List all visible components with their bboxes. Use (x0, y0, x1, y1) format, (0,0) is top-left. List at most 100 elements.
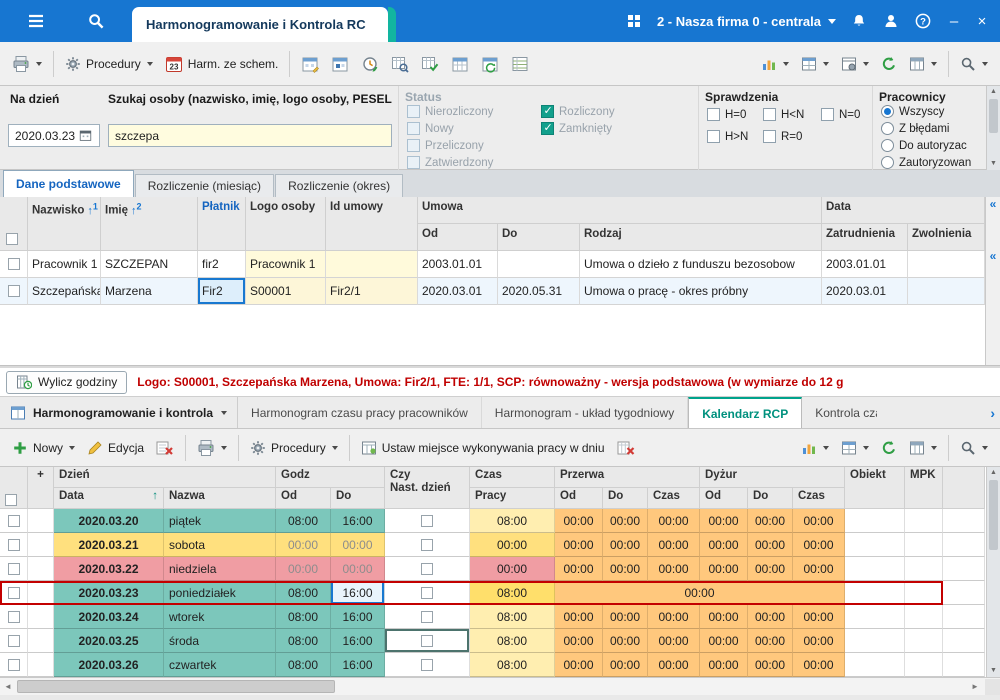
cell-obiekt[interactable] (845, 533, 905, 557)
cell-dyzur-do[interactable]: 00:00 (748, 557, 793, 581)
cell-dyzur-czas[interactable]: 00:00 (793, 605, 845, 629)
table-settings-button[interactable] (903, 49, 943, 79)
search-button[interactable] (76, 0, 116, 42)
cell-id-umowy[interactable]: Fir2/1 (326, 278, 418, 305)
cell-logo[interactable]: S00001 (246, 278, 326, 305)
cell-mpk[interactable] (905, 557, 943, 581)
search-input[interactable]: szczepa (108, 124, 392, 147)
row-checkbox[interactable] (8, 285, 20, 297)
cell-przerwa-czas[interactable]: 00:00 (648, 509, 700, 533)
collapse-panel-button[interactable]: « (986, 197, 1000, 211)
cell-data[interactable]: 2020.03.25 (54, 629, 164, 653)
table-search-button[interactable] (385, 49, 415, 79)
tab-kalendarz-rcp[interactable]: Kalendarz RCP (688, 397, 802, 428)
horizontal-scrollbar[interactable]: ◄ ► (0, 677, 1000, 695)
cell-dyzur-czas[interactable]: 00:00 (793, 557, 845, 581)
radio-do-autoryzacji[interactable]: Do autoryzac (881, 139, 967, 152)
cell-godz-od[interactable]: 08:00 (276, 653, 331, 677)
refresh-button[interactable] (875, 433, 903, 463)
cell-godz-od[interactable]: 00:00 (276, 557, 331, 581)
zoom-button[interactable] (954, 433, 994, 463)
scroll-up-arrow[interactable]: ▲ (987, 467, 1000, 479)
apps-grid-button[interactable] (619, 0, 649, 42)
cell-godz-od[interactable]: 08:00 (276, 605, 331, 629)
cell-przerwa-od[interactable]: 00:00 (555, 629, 603, 653)
col-header-przerwa-czas[interactable]: Czas (648, 488, 700, 509)
row-checkbox[interactable] (8, 258, 20, 270)
employee-row-selected[interactable]: Szczepańska Marzena Fir2 S00001 Fir2/1 2… (0, 278, 985, 305)
filter-scrollbar[interactable]: ▲ ▼ (986, 86, 1000, 170)
row-select-cell[interactable] (0, 509, 28, 533)
cell-dyzur-czas[interactable]: 00:00 (793, 629, 845, 653)
cell-data[interactable]: 2020.03.21 (54, 533, 164, 557)
cell-dyzur-czas[interactable]: 00:00 (793, 509, 845, 533)
cell-imie[interactable]: Marzena (101, 278, 198, 305)
colgroup-dyzur[interactable]: Dyżur (700, 467, 845, 488)
cell-przerwa-do[interactable]: 00:00 (603, 605, 648, 629)
nast-dzien-checkbox[interactable] (421, 587, 433, 599)
cell-dyzur-do[interactable]: 00:00 (748, 653, 793, 677)
cell-godz-od[interactable]: 08:00 (276, 629, 331, 653)
cell-platnik-selected[interactable]: Fir2 (198, 278, 246, 305)
col-header-expand[interactable]: + (28, 467, 54, 509)
notifications-button[interactable] (844, 0, 874, 42)
col-header-mpk[interactable]: MPK (905, 467, 943, 509)
cell-przerwa-do[interactable]: 00:00 (603, 557, 648, 581)
row-select-cell[interactable] (0, 557, 28, 581)
tab-harmonogram-uklad-tygodniowy[interactable]: Harmonogram - układ tygodniowy (482, 397, 688, 428)
cell-zatrudnienia[interactable]: 2003.01.01 (822, 251, 908, 278)
zoom-button[interactable] (954, 49, 994, 79)
cell-czas-pracy[interactable]: 08:00 (470, 581, 555, 605)
expand-cell[interactable] (28, 533, 54, 557)
cell-umowa-od[interactable]: 2003.01.01 (418, 251, 498, 278)
cell-rodzaj[interactable]: Umowa o pracę - okres próbny (580, 278, 822, 305)
col-header-nazwisko[interactable]: Nazwisko↑1 (28, 197, 101, 251)
cell-nazwa[interactable]: niedziela (164, 557, 276, 581)
cell-dyzur-do[interactable]: 00:00 (748, 533, 793, 557)
cell-nazwisko[interactable]: Szczepańska (28, 278, 101, 305)
tab-rozliczenie-okres[interactable]: Rozliczenie (okres) (275, 174, 403, 197)
col-header-dyzur-do[interactable]: Do (748, 488, 793, 509)
col-header-dyzur-od[interactable]: Od (700, 488, 748, 509)
cell-dyzur-do[interactable]: 00:00 (748, 605, 793, 629)
cell-przerwa-czas[interactable]: 00:00 (648, 557, 700, 581)
cell-dyzur-do[interactable]: 00:00 (748, 509, 793, 533)
cell-nazwa[interactable]: wtorek (164, 605, 276, 629)
tab-harmonogram-czasu-pracy[interactable]: Harmonogram czasu pracy pracowników (238, 397, 482, 428)
colgroup-data[interactable]: Data (822, 197, 985, 224)
cell-godz-od[interactable]: 08:00 (276, 581, 331, 605)
scrollbar-thumb[interactable] (989, 99, 998, 133)
cell-mpk[interactable] (905, 605, 943, 629)
row-checkbox[interactable] (8, 587, 20, 599)
row-checkbox[interactable] (8, 635, 20, 647)
cell-obiekt[interactable] (845, 605, 905, 629)
tab-rozliczenie-miesiac[interactable]: Rozliczenie (miesiąc) (135, 174, 274, 197)
table-accept-button[interactable] (415, 49, 445, 79)
cell-platnik[interactable]: fir2 (198, 251, 246, 278)
checkbox-zamkniety[interactable]: Zamknięty (541, 122, 612, 135)
expand-cell[interactable] (28, 605, 54, 629)
calendar-sync-button[interactable] (475, 49, 505, 79)
cell-dyzur-od[interactable]: 00:00 (700, 557, 748, 581)
cell-przerwa-czas[interactable]: 00:00 (648, 629, 700, 653)
cell-czas-pracy[interactable]: 00:00 (470, 533, 555, 557)
col-header-dyzur-czas[interactable]: Czas (793, 488, 845, 509)
scroll-down-arrow[interactable]: ▼ (987, 158, 1000, 170)
checkbox-nierozliczony[interactable]: Nierozliczony (407, 105, 493, 118)
scroll-up-arrow[interactable]: ▲ (987, 86, 1000, 98)
cell-obiekt[interactable] (845, 557, 905, 581)
checkbox-rozliczony[interactable]: Rozliczony (541, 105, 615, 118)
cell-nazwa[interactable]: poniedziałek (164, 581, 276, 605)
cell-czy-nast-dzien[interactable] (385, 581, 470, 605)
date-input[interactable]: 2020.03.23 (8, 124, 100, 147)
cell-dyzur-od[interactable]: 00:00 (700, 629, 748, 653)
cell-data[interactable]: 2020.03.23 (54, 581, 164, 605)
cell-nazwisko[interactable]: Pracownik 1 (28, 251, 101, 278)
colgroup-godz[interactable]: Godz (276, 467, 385, 488)
cell-przerwa-czas[interactable]: 00:00 (648, 533, 700, 557)
col-header-zwolnienia[interactable]: Zwolnienia (908, 224, 985, 251)
calendar-row[interactable]: 2020.03.22 niedziela 00:00 00:00 00:00 0… (0, 557, 985, 581)
cell-nazwa[interactable]: sobota (164, 533, 276, 557)
cell-przerwa-od[interactable]: 00:00 (555, 605, 603, 629)
cell-czas-pracy[interactable]: 00:00 (470, 557, 555, 581)
